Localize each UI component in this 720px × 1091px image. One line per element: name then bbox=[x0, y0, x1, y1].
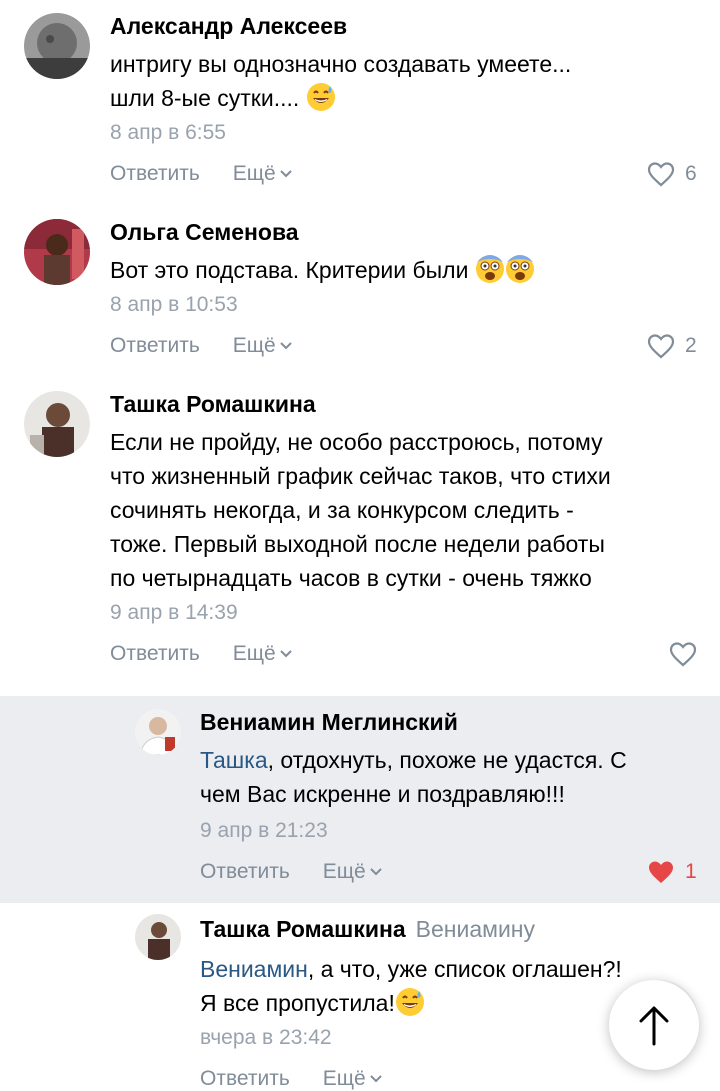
comment-text-line: по четырнадцать часов в сутки - очень тя… bbox=[110, 565, 592, 591]
comment-actions: Ответить Ещё bbox=[200, 860, 383, 884]
comment-actions: Ответить Ещё bbox=[200, 1067, 383, 1091]
chevron-down-icon bbox=[280, 170, 292, 178]
grinning-sweat-emoji bbox=[395, 988, 424, 1016]
reply-comment-item: Ташка Ромашкина Вениамину Вениамин, а что… bbox=[0, 903, 720, 1090]
comment-text-line: интригу вы однозначно создавать умеете..… bbox=[110, 51, 572, 77]
avatar[interactable] bbox=[24, 391, 90, 457]
like-button[interactable]: 2 bbox=[647, 333, 697, 359]
more-button[interactable]: Ещё bbox=[233, 162, 293, 186]
scroll-to-top-button[interactable] bbox=[609, 980, 699, 1070]
avatar[interactable] bbox=[24, 219, 90, 285]
comment-date: 8 апр в 6:55 bbox=[110, 121, 226, 144]
comment-text-line: чем Вас искренне и поздравляю!!! bbox=[200, 781, 565, 807]
mention-link[interactable]: Вениамин bbox=[200, 956, 308, 982]
comment-actions: Ответить Ещё bbox=[110, 642, 293, 666]
comment-text-line: сочинять некогда, и за конкурсом следить… bbox=[110, 497, 574, 523]
comment-item: Ольга Семенова Вот это подстава. Критери… bbox=[0, 200, 720, 372]
comment-text-line: тоже. Первый выходной после недели работ… bbox=[110, 531, 605, 557]
comment-text-line: шли 8-ые сутки.... bbox=[110, 81, 690, 115]
chevron-down-icon bbox=[370, 1075, 382, 1083]
comment-date: 9 апр в 21:23 bbox=[200, 819, 328, 842]
comment-date: вчера в 23:42 bbox=[200, 1026, 332, 1049]
reply-to-label[interactable]: Вениамину bbox=[416, 916, 535, 942]
heart-outline-icon bbox=[647, 162, 675, 187]
comment-date: 8 апр в 10:53 bbox=[110, 293, 238, 316]
comment-text: интригу вы однозначно создавать умеете..… bbox=[110, 47, 690, 115]
comment-actions: Ответить Ещё bbox=[110, 162, 293, 186]
comment-author[interactable]: Ольга Семенова bbox=[110, 219, 299, 246]
comment-text-line: Вениамин, а что, уже список оглашен?! bbox=[200, 956, 622, 982]
heart-outline-icon bbox=[647, 334, 675, 359]
like-button[interactable]: 1 bbox=[647, 859, 697, 885]
comment-author[interactable]: Ташка Ромашкина Вениамину bbox=[200, 916, 535, 943]
comment-text: Если не пройду, не особо расстроюсь, пот… bbox=[110, 425, 690, 595]
comment-text-line: Вот это подстава. Критерии были bbox=[110, 253, 690, 287]
heart-outline-icon bbox=[669, 642, 697, 667]
like-button[interactable] bbox=[669, 641, 697, 667]
like-button[interactable]: 6 bbox=[647, 161, 697, 187]
reply-button[interactable]: Ответить bbox=[110, 642, 200, 666]
avatar[interactable] bbox=[135, 914, 181, 960]
heart-filled-icon bbox=[649, 861, 673, 883]
mention-link[interactable]: Ташка bbox=[200, 747, 268, 773]
comment-author[interactable]: Ташка Ромашкина bbox=[110, 391, 316, 418]
chevron-down-icon bbox=[280, 342, 292, 350]
screaming-face-emoji bbox=[475, 255, 504, 283]
comment-item: Александр Алексеев интригу вы однозначно… bbox=[0, 0, 720, 200]
comment-author[interactable]: Вениамин Меглинский bbox=[200, 709, 458, 736]
comment-author[interactable]: Александр Алексеев bbox=[110, 13, 347, 40]
avatar[interactable] bbox=[24, 13, 90, 79]
like-count: 2 bbox=[685, 334, 697, 357]
like-count: 6 bbox=[685, 162, 697, 185]
reply-button[interactable]: Ответить bbox=[200, 1067, 290, 1091]
reply-button[interactable]: Ответить bbox=[110, 334, 200, 358]
like-count: 1 bbox=[685, 860, 697, 883]
screaming-face-emoji bbox=[505, 255, 534, 283]
chevron-down-icon bbox=[280, 650, 292, 658]
comment-text: Вот это подстава. Критерии были bbox=[110, 253, 690, 287]
more-button[interactable]: Ещё bbox=[323, 1067, 383, 1091]
reply-button[interactable]: Ответить bbox=[200, 860, 290, 884]
more-button[interactable]: Ещё bbox=[323, 860, 383, 884]
reply-comment-item: Вениамин Меглинский Ташка, отдохнуть, по… bbox=[0, 696, 720, 903]
more-button[interactable]: Ещё bbox=[233, 334, 293, 358]
comment-text-line: что жизненный график сейчас таков, что с… bbox=[110, 463, 611, 489]
comment-actions: Ответить Ещё bbox=[110, 334, 293, 358]
grinning-sweat-emoji bbox=[306, 83, 335, 111]
comment-text-line: Если не пройду, не особо расстроюсь, пот… bbox=[110, 429, 603, 455]
comment-item: Ташка Ромашкина Если не пройду, не особо… bbox=[0, 372, 720, 696]
avatar[interactable] bbox=[135, 709, 181, 755]
comment-date: 9 апр в 14:39 bbox=[110, 601, 238, 624]
chevron-down-icon bbox=[370, 868, 382, 876]
comment-text-line: Ташка, отдохнуть, похоже не удастся. С bbox=[200, 747, 627, 773]
reply-button[interactable]: Ответить bbox=[110, 162, 200, 186]
arrow-up-icon bbox=[639, 1006, 669, 1046]
comment-text: Ташка, отдохнуть, похоже не удастся. С ч… bbox=[200, 743, 700, 811]
more-button[interactable]: Ещё bbox=[233, 642, 293, 666]
